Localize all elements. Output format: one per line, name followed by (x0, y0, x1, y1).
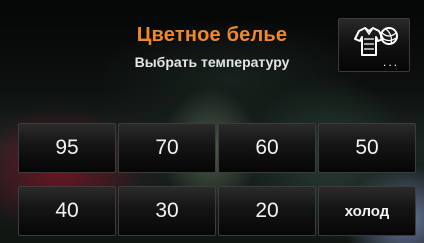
temp-30-button[interactable]: 30 (118, 186, 216, 236)
temp-20-button[interactable]: 20 (218, 186, 316, 236)
temp-cold-button[interactable]: холод (318, 186, 416, 236)
screen: Цветное белье Выбрать температуру ... 95… (0, 0, 424, 243)
temp-70-button[interactable]: 70 (118, 123, 216, 173)
temp-40-button[interactable]: 40 (18, 186, 116, 236)
program-options-button[interactable]: ... (338, 18, 410, 72)
temp-60-button[interactable]: 60 (218, 123, 316, 173)
garments-and-yarn-icon (354, 27, 398, 56)
temp-50-button[interactable]: 50 (318, 123, 416, 173)
more-options-dots: ... (382, 55, 399, 69)
temp-95-button[interactable]: 95 (18, 123, 116, 173)
